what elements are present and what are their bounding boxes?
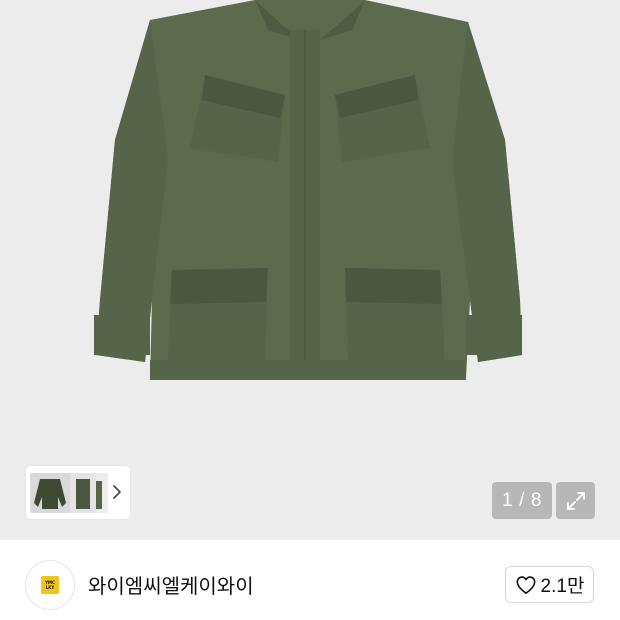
seller-name[interactable]: 와이엠씨엘케이와이 — [88, 570, 254, 599]
heart-outline-icon — [516, 575, 536, 594]
page-separator: / — [519, 489, 525, 511]
expand-image-button[interactable] — [556, 482, 595, 519]
like-button[interactable]: 2.1만 — [505, 566, 594, 603]
seller-bar: YMC LKY 와이엠씨엘케이와이 2.1만 — [0, 540, 620, 620]
product-image-gallery[interactable]: 1 / 8 — [0, 0, 620, 540]
thumbnail-2[interactable] — [68, 472, 96, 513]
thumbnail-model-image — [76, 478, 90, 509]
chevron-right-icon — [113, 485, 121, 499]
thumbnail-1[interactable] — [30, 472, 70, 513]
seller-logo[interactable]: YMC LKY — [25, 560, 75, 610]
expand-icon — [566, 491, 585, 510]
image-page-counter: 1 / 8 — [492, 482, 552, 519]
thumbnail-strip[interactable] — [26, 466, 130, 519]
total-pages: 8 — [530, 489, 542, 511]
thumbnail-stack[interactable] — [30, 471, 108, 515]
product-photo-jacket — [94, 0, 522, 380]
thumbnail-next-button[interactable] — [110, 482, 124, 502]
seller-logo-mark: YMC LKY — [41, 576, 59, 594]
logo-line-2: LKY — [45, 585, 55, 590]
thumbnail-jacket-image — [34, 478, 66, 509]
like-count: 2.1만 — [540, 576, 585, 597]
current-page: 1 — [502, 489, 514, 511]
